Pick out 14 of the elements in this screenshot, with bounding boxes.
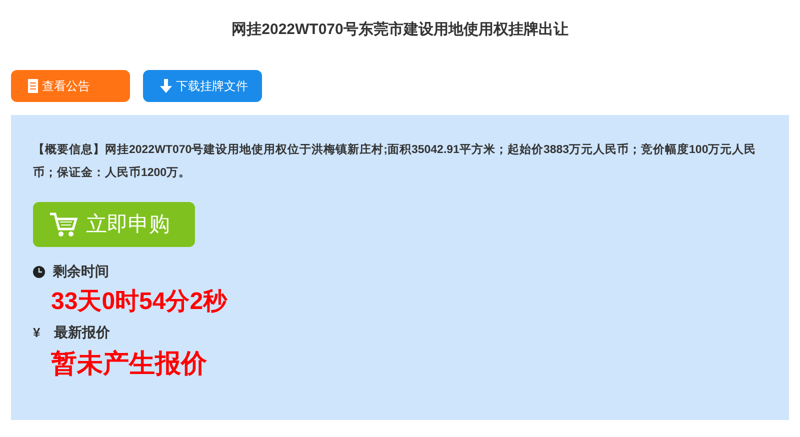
cart-icon: [50, 212, 78, 238]
yen-symbol: ¥: [33, 324, 40, 342]
latest-bid-value: 暂未产生报价: [50, 347, 208, 380]
summary-text: 【概要信息】网挂2022WT070号建设用地使用权位于洪梅镇新庄村;面积35042.91平方米；起始价3883万元人民币；竞价幅度100万元人民币；保证金：人民币1200万。: [33, 142, 758, 181]
apply-button[interactable]: 立即申购: [33, 202, 195, 247]
download-button[interactable]: 下载挂牌文件: [143, 70, 262, 102]
download-icon: [160, 79, 172, 93]
latest-bid-label: 最新报价: [54, 323, 110, 342]
remaining-time-value: 33天0时54分2秒: [50, 287, 228, 317]
document-icon: [28, 79, 38, 93]
page-title: 网挂2022WT070号东莞市建设用地使用权挂牌出让: [230, 20, 570, 40]
view-notice-button[interactable]: 查看公告: [11, 70, 130, 102]
remaining-time-label: 剩余时间: [53, 262, 109, 281]
clock-icon: [33, 266, 45, 278]
